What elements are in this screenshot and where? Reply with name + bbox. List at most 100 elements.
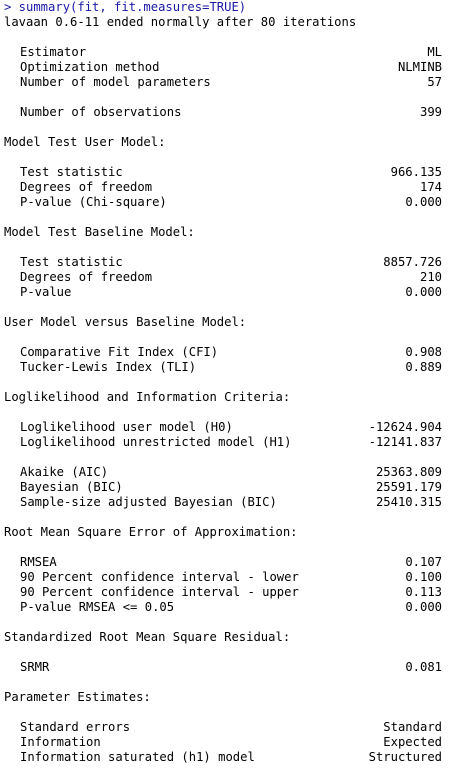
- stat-row-model-parameters: Number of model parameters 57: [4, 75, 442, 90]
- stat-value: Expected: [383, 735, 442, 749]
- stat-value: -12141.837: [368, 435, 442, 449]
- stat-row: Sample-size adjusted Bayesian (BIC) 2541…: [4, 495, 442, 510]
- stat-row: Information Expected: [4, 735, 442, 750]
- section-title-loglikelihood: Loglikelihood and Information Criteria:: [4, 390, 291, 404]
- console-command[interactable]: > summary(fit, fit.measures=TRUE): [4, 0, 442, 15]
- stat-row-observations: Number of observations 399: [4, 105, 442, 120]
- stat-label: P-value: [20, 285, 72, 299]
- stat-row: Information saturated (h1) model Structu…: [4, 750, 442, 765]
- console-header: lavaan 0.6-11 ended normally after 80 it…: [4, 15, 357, 29]
- stat-label: Optimization method: [20, 60, 160, 74]
- stat-row: Tucker-Lewis Index (TLI) 0.889: [4, 360, 442, 375]
- stat-row: Degrees of freedom 210: [4, 270, 442, 285]
- stat-row: Loglikelihood unrestricted model (H1) -1…: [4, 435, 442, 450]
- stat-row: P-value 0.000: [4, 285, 442, 300]
- section-title-srmr: Standardized Root Mean Square Residual:: [4, 630, 291, 644]
- stat-value: 0.000: [405, 600, 442, 614]
- stat-row: Akaike (AIC) 25363.809: [4, 465, 442, 480]
- stat-row: 90 Percent confidence interval - lower 0…: [4, 570, 442, 585]
- stat-value: Structured: [368, 750, 442, 764]
- stat-value: 25363.809: [375, 465, 442, 479]
- section-title-baseline-model: Model Test Baseline Model:: [4, 225, 195, 239]
- stat-value: NLMINB: [397, 60, 442, 74]
- stat-label: P-value (Chi-square): [20, 195, 167, 209]
- stat-label: Number of observations: [20, 105, 182, 119]
- stat-label: Comparative Fit Index (CFI): [20, 345, 219, 359]
- stat-value: 210: [419, 270, 442, 284]
- stat-value: -12624.904: [368, 420, 442, 434]
- stat-value: Standard: [383, 720, 442, 734]
- stat-row: Test statistic 966.135: [4, 165, 442, 180]
- stat-label: Loglikelihood unrestricted model (H1): [20, 435, 292, 449]
- stat-label: Akaike (AIC): [20, 465, 109, 479]
- stat-row: P-value (Chi-square) 0.000: [4, 195, 442, 210]
- stat-value: 174: [419, 180, 442, 194]
- stat-row: Bayesian (BIC) 25591.179: [4, 480, 442, 495]
- stat-value: 0.081: [405, 660, 442, 674]
- stat-value: 0.889: [405, 360, 442, 374]
- stat-label: Number of model parameters: [20, 75, 211, 89]
- section-title-user-model: Model Test User Model:: [4, 135, 166, 149]
- stat-value: 0.000: [405, 195, 442, 209]
- stat-value: 966.135: [390, 165, 442, 179]
- stat-label: Test statistic: [20, 255, 123, 269]
- stat-row: P-value RMSEA <= 0.05 0.000: [4, 600, 442, 615]
- stat-value: 0.000: [405, 285, 442, 299]
- section-title-parameter-estimates: Parameter Estimates:: [4, 690, 151, 704]
- stat-row: Test statistic 8857.726: [4, 255, 442, 270]
- stat-label: Information: [20, 735, 101, 749]
- stat-row: RMSEA 0.107: [4, 555, 442, 570]
- stat-label: Information saturated (h1) model: [20, 750, 255, 764]
- stat-row: Degrees of freedom 174: [4, 180, 442, 195]
- r-console-output: > summary(fit, fit.measures=TRUE) lavaan…: [4, 0, 442, 765]
- stat-label: 90 Percent confidence interval - upper: [20, 585, 299, 599]
- stat-value: 57: [427, 75, 442, 89]
- stat-label: Tucker-Lewis Index (TLI): [20, 360, 197, 374]
- stat-value: 0.107: [405, 555, 442, 569]
- stat-row-estimator: Estimator ML: [4, 45, 442, 60]
- section-title-rmsea: Root Mean Square Error of Approximation:: [4, 525, 298, 539]
- stat-label: Standard errors: [20, 720, 131, 734]
- stat-label: Bayesian (BIC): [20, 480, 123, 494]
- stat-row: 90 Percent confidence interval - upper 0…: [4, 585, 442, 600]
- stat-label: Degrees of freedom: [20, 270, 153, 284]
- section-title-user-vs-baseline: User Model versus Baseline Model:: [4, 315, 247, 329]
- stat-label: RMSEA: [20, 555, 57, 569]
- stat-value: 0.100: [405, 570, 442, 584]
- stat-value: 8857.726: [383, 255, 442, 269]
- stat-row-optimization-method: Optimization method NLMINB: [4, 60, 442, 75]
- stat-value: ML: [427, 45, 442, 59]
- stat-row: Standard errors Standard: [4, 720, 442, 735]
- stat-row: SRMR 0.081: [4, 660, 442, 675]
- stat-label: Sample-size adjusted Bayesian (BIC): [20, 495, 277, 509]
- stat-label: 90 Percent confidence interval - lower: [20, 570, 299, 584]
- stat-value: 0.113: [405, 585, 442, 599]
- stat-label: Test statistic: [20, 165, 123, 179]
- stat-value: 399: [419, 105, 442, 119]
- stat-value: 25410.315: [375, 495, 442, 509]
- stat-value: 25591.179: [375, 480, 442, 494]
- stat-label: Estimator: [20, 45, 87, 59]
- stat-value: 0.908: [405, 345, 442, 359]
- stat-label: P-value RMSEA <= 0.05: [20, 600, 175, 614]
- stat-label: Loglikelihood user model (H0): [20, 420, 233, 434]
- stat-label: SRMR: [20, 660, 50, 674]
- stat-label: Degrees of freedom: [20, 180, 153, 194]
